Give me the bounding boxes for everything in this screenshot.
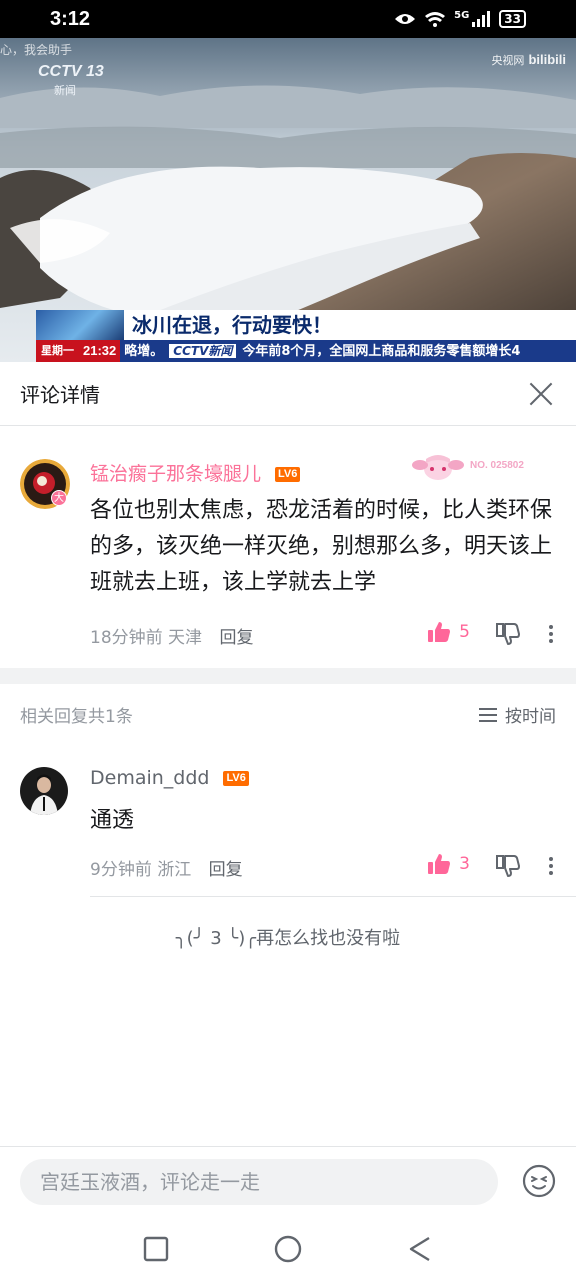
ticker-scroll: 略增。 CCTV新闻 今年前8个月，全国网上商品和服务零售额增长4 [120, 340, 520, 362]
network-type: 5G [454, 10, 470, 21]
cctv-logo: CCTV 13 [38, 63, 104, 80]
reply-button[interactable]: 回复 [219, 628, 253, 648]
signal-icon [472, 11, 491, 27]
bilibili-logo: bilibili [528, 52, 566, 67]
like-button[interactable]: 5 [427, 621, 470, 643]
system-nav-bar [0, 1218, 576, 1280]
sort-icon [479, 707, 497, 722]
status-time: 3:12 [50, 7, 91, 30]
like-button[interactable]: 3 [427, 853, 470, 875]
ticker-text: 今年前8个月，全国网上商品和服务零售额增长4 [242, 344, 521, 359]
section-divider [0, 668, 576, 684]
cctv-sub: 新闻 [54, 84, 76, 97]
status-bar: 3:12 5G 33 [0, 0, 576, 38]
like-count: 3 [459, 854, 470, 874]
ticker-brand: CCTV新闻 [169, 344, 237, 358]
reply-comment: Demain_ddd LV6 通透 9分钟前 浙江 回复 3 [0, 745, 576, 895]
avatar-badge: 大 [51, 490, 67, 506]
news-headline: 冰川在退，行动要快！ [124, 310, 576, 340]
reply-button[interactable]: 回复 [209, 860, 243, 880]
anime-girl-icon [412, 455, 464, 480]
comment-meta: 18分钟前 天津 回复 [90, 623, 253, 648]
watermark-text: 央视网 [491, 54, 525, 67]
comment-detail-header: 评论详情 [0, 362, 576, 426]
nav-back-icon[interactable] [407, 1236, 433, 1262]
news-banner: 冰川在退，行动要快！ [36, 310, 576, 340]
sort-by-time-button[interactable]: 按时间 [479, 702, 556, 727]
ticker-time: 21:32 [79, 340, 121, 362]
video-watermark: 央视网 bilibili [491, 52, 566, 68]
status-icons: 5G 33 [394, 10, 526, 28]
comment-time: 18分钟前 [90, 628, 163, 648]
thumb-down-icon[interactable] [496, 855, 520, 877]
avatar[interactable] [20, 767, 68, 815]
banner-thumbnail [36, 310, 124, 340]
reply-divider [90, 896, 576, 897]
battery-icon: 33 [499, 10, 526, 28]
reply-meta: 9分钟前 浙江 回复 [90, 855, 243, 880]
close-icon[interactable] [526, 379, 556, 409]
thumb-down-icon[interactable] [496, 623, 520, 645]
nav-recent-icon[interactable] [143, 1236, 169, 1262]
end-of-list-note: ╮(╯ 3 ╰)╭再怎么找也没有啦 [175, 928, 401, 949]
reply-location: 浙江 [157, 860, 192, 880]
comment-text: 各位也别太焦虑，恐龙活着的时候，比人类环保的多，该灭绝一样灭绝，别想那么多，明天… [90, 498, 553, 595]
sort-label: 按时间 [505, 707, 556, 727]
reply-text: 通透 [90, 808, 135, 833]
reply-time: 9分钟前 [90, 860, 152, 880]
video-faint-text: 心，我会助手 [0, 43, 73, 57]
avatar-image [20, 767, 68, 815]
comment-input[interactable] [20, 1159, 498, 1205]
ticker-left: 略增。 [124, 344, 164, 359]
username-text: 锰治瘸子那条壕腿儿 [90, 463, 262, 485]
thumb-up-icon [428, 622, 451, 642]
related-replies-count: 相关回复共1条 [20, 707, 133, 727]
thumb-up-icon [428, 854, 451, 874]
emoji-icon[interactable] [522, 1164, 556, 1198]
video-player[interactable]: 心，我会助手 CCTV 13 新闻 央视网 bilibili 冰川在退，行动要快！… [0, 38, 576, 362]
page-title: 评论详情 [20, 383, 100, 407]
wifi-icon [425, 12, 446, 27]
ticker-day: 星期一 [36, 340, 79, 362]
news-ticker: 星期一 21:32 略增。 CCTV新闻 今年前8个月，全国网上商品和服务零售额增长… [36, 340, 576, 362]
username-text: Demain_ddd [90, 767, 210, 789]
comment-location: 天津 [168, 628, 203, 648]
level-badge: LV6 [275, 467, 301, 482]
comment-username[interactable]: 锰治瘸子那条壕腿儿 LV6 [90, 459, 301, 486]
eye-icon [395, 14, 416, 24]
fan-badge-number: NO. 025802 [470, 460, 524, 471]
more-icon[interactable] [546, 625, 556, 643]
main-comment: 大 锰治瘸子那条壕腿儿 LV6 NO. 025802 各位也别太焦虑，恐龙活着的时… [0, 427, 576, 667]
fan-badge: NO. 025802 [410, 451, 528, 481]
comment-input-bar [0, 1146, 576, 1218]
like-count: 5 [459, 622, 470, 642]
reply-username[interactable]: Demain_ddd LV6 [90, 767, 249, 789]
level-badge: LV6 [223, 771, 249, 786]
more-icon[interactable] [546, 857, 556, 875]
nav-home-icon[interactable] [274, 1235, 302, 1263]
